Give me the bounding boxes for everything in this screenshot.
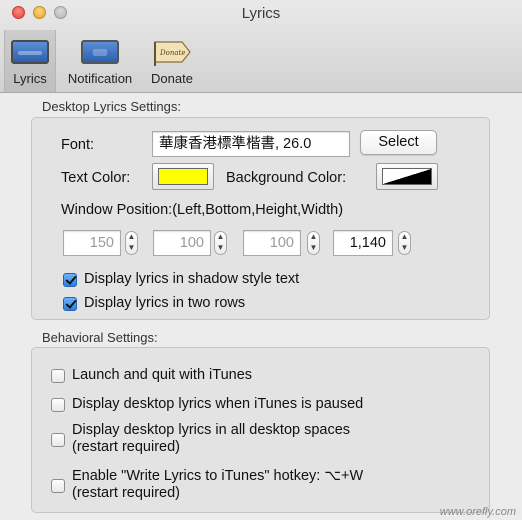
display-when-paused-checkbox[interactable]: Display desktop lyrics when iTunes is pa… [51, 396, 363, 413]
position-bottom-field[interactable]: 100 [153, 230, 211, 256]
toolbar-tab-label: Lyrics [13, 71, 47, 86]
write-lyrics-hotkey-label-line2: (restart required) [72, 485, 180, 501]
write-lyrics-hotkey-label: Enable "Write Lyrics to iTunes" hotkey: … [72, 468, 363, 502]
notification-display-icon [81, 40, 119, 64]
preferences-window: Lyrics Lyrics Notification Donate Donate [0, 0, 522, 520]
display-when-paused-label: Display desktop lyrics when iTunes is pa… [72, 396, 364, 412]
checkbox-box[interactable] [51, 368, 65, 383]
shadow-style-label: Display lyrics in shadow style text [84, 271, 300, 287]
font-field[interactable]: 華康香港標準楷書, 26.0 [152, 131, 350, 157]
checkbox-box[interactable] [51, 397, 65, 412]
all-spaces-label-line1: Display desktop lyrics in all desktop sp… [72, 422, 351, 438]
window-title: Lyrics [241, 5, 281, 22]
launch-with-itunes-label: Launch and quit with iTunes [72, 367, 253, 383]
position-left-stepper[interactable]: ▲ ▼ [125, 231, 138, 255]
toolbar-tab-label: Donate [151, 71, 193, 86]
behavioral-settings-title: Behavioral Settings: [42, 330, 158, 345]
toolbar-tab-donate[interactable]: Donate Donate [144, 34, 200, 92]
text-color-label: Text Color: [61, 170, 131, 186]
toolbar-tab-label: Notification [67, 71, 133, 86]
all-spaces-checkbox[interactable]: Display desktop lyrics in all desktop sp… [51, 422, 350, 456]
position-width-stepper[interactable]: ▲ ▼ [398, 231, 411, 255]
font-label: Font: [61, 137, 95, 153]
select-font-button[interactable]: Select [360, 130, 437, 155]
position-height-field[interactable]: 100 [243, 230, 301, 256]
background-color-well[interactable] [376, 163, 438, 190]
watermark: www.orefly.com [439, 506, 516, 518]
background-color-swatch [382, 168, 432, 185]
all-spaces-label: Display desktop lyrics in all desktop sp… [72, 422, 350, 456]
shadow-style-checkbox[interactable]: Display lyrics in shadow style text [63, 271, 299, 288]
toolbar-tab-notification[interactable]: Notification [58, 34, 142, 92]
two-rows-checkbox[interactable]: Display lyrics in two rows [63, 295, 245, 312]
toolbar-tab-lyrics[interactable]: Lyrics [4, 30, 56, 92]
position-height-stepper[interactable]: ▲ ▼ [307, 231, 320, 255]
text-color-swatch [158, 168, 208, 185]
write-lyrics-hotkey-label-line1: Enable "Write Lyrics to iTunes" hotkey: … [72, 468, 364, 484]
background-color-label: Background Color: [226, 170, 347, 186]
toolbar: Lyrics Lyrics Notification Donate Donate [0, 0, 522, 93]
position-left-field[interactable]: 150 [63, 230, 121, 256]
donate-sign-text: Donate [159, 49, 185, 57]
window-position-label: Window Position:(Left,Bottom,Height,Widt… [61, 202, 344, 218]
donate-sign-icon: Donate [152, 38, 192, 71]
checkbox-box[interactable] [51, 479, 65, 493]
checkbox-box[interactable] [51, 433, 65, 447]
desktop-settings-title: Desktop Lyrics Settings: [42, 99, 181, 114]
write-lyrics-hotkey-checkbox[interactable]: Enable "Write Lyrics to iTunes" hotkey: … [51, 468, 363, 502]
text-color-well[interactable] [152, 163, 214, 190]
checkbox-box[interactable] [63, 296, 77, 311]
position-width-field[interactable]: 1,140 [333, 230, 393, 256]
all-spaces-label-line2: (restart required) [72, 439, 180, 455]
two-rows-label: Display lyrics in two rows [84, 295, 246, 311]
position-bottom-stepper[interactable]: ▲ ▼ [214, 231, 227, 255]
launch-with-itunes-checkbox[interactable]: Launch and quit with iTunes [51, 367, 252, 384]
checkbox-box[interactable] [63, 272, 77, 287]
lyrics-display-icon [11, 40, 49, 64]
